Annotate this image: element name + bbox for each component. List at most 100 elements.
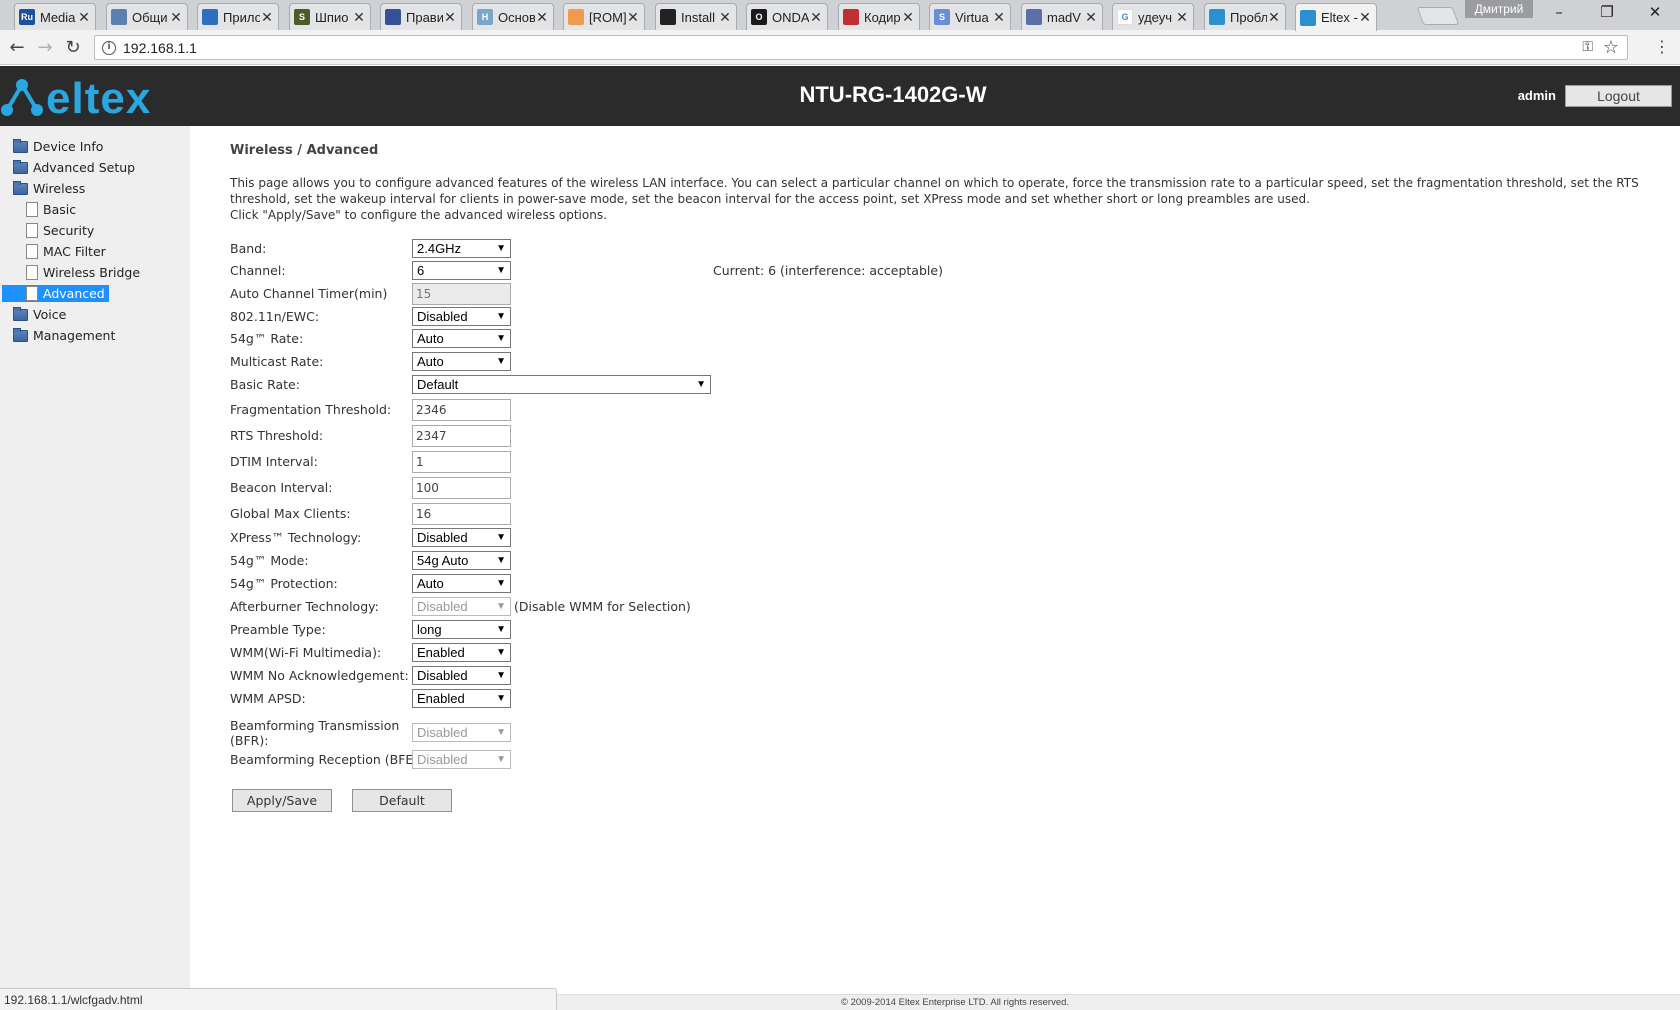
- sidebar-item-wireless[interactable]: Wireless: [13, 180, 89, 197]
- address-url[interactable]: 192.168.1.1: [123, 40, 197, 56]
- dtim-interval-input[interactable]: 1: [412, 451, 511, 473]
- channel-select[interactable]: 6 ▼: [412, 261, 511, 280]
- sidebar-item-advanced-setup[interactable]: Advanced Setup: [13, 159, 139, 176]
- browser-tab[interactable]: madV ✕: [1021, 3, 1103, 30]
- tab-close-icon[interactable]: ✕: [77, 9, 91, 26]
- default-button[interactable]: Default: [352, 789, 452, 812]
- sidebar-item-label: Voice: [33, 307, 67, 322]
- wmm-apsd-select[interactable]: Enabled ▼: [412, 689, 511, 708]
- dropdown-arrow-icon: ▼: [496, 311, 506, 322]
- multicast-rate-label: Multicast Rate:: [230, 354, 324, 369]
- channel-label: Channel:: [230, 263, 286, 278]
- tab-close-icon[interactable]: ✕: [1084, 9, 1098, 26]
- browser-tab[interactable]: Прило ✕: [197, 3, 279, 30]
- back-icon[interactable]: ←: [6, 37, 28, 59]
- tab-close-icon[interactable]: ✕: [718, 9, 732, 26]
- xpress-select[interactable]: Disabled ▼: [412, 528, 511, 547]
- sidebar-item-voice[interactable]: Voice: [13, 306, 70, 323]
- browser-tab[interactable]: Eltex - ✕: [1295, 3, 1377, 31]
- tab-close-icon[interactable]: ✕: [260, 9, 274, 26]
- sidebar-item-security[interactable]: Security: [26, 222, 98, 239]
- xpress-value: Disabled: [417, 530, 468, 545]
- new-tab-button[interactable]: [1416, 7, 1460, 25]
- folder-icon: [13, 306, 28, 321]
- sidebar-item-device-info[interactable]: Device Info: [13, 138, 107, 155]
- beacon-interval-input[interactable]: 100: [412, 477, 511, 499]
- protection-54g-label: 54g™ Protection:: [230, 576, 338, 591]
- rts-threshold-input[interactable]: 2347: [412, 425, 511, 447]
- s-icon: S: [294, 9, 310, 25]
- browser-menu-icon[interactable]: ⋮: [1654, 39, 1670, 55]
- tab-close-icon[interactable]: ✕: [1267, 9, 1281, 26]
- browser-tab[interactable]: Пробл ✕: [1204, 3, 1286, 30]
- afterburner-value: Disabled: [417, 599, 468, 614]
- browser-tab[interactable]: [ROM] ✕: [563, 3, 645, 30]
- wmm-select[interactable]: Enabled ▼: [412, 643, 511, 662]
- tab-close-icon[interactable]: ✕: [443, 9, 457, 26]
- mode-54g-select[interactable]: 54g Auto ▼: [412, 551, 511, 570]
- browser-tab[interactable]: H Основ ✕: [472, 3, 554, 30]
- sidebar-item-label: Advanced Setup: [33, 160, 136, 175]
- restore-icon[interactable]: ❐: [1584, 3, 1630, 23]
- dropdown-arrow-icon: ▼: [496, 647, 506, 658]
- folder-icon: [13, 327, 28, 342]
- bookmark-star-icon[interactable]: ☆: [1603, 37, 1619, 58]
- ewc-select[interactable]: Disabled ▼: [412, 307, 511, 326]
- tab-close-icon[interactable]: ✕: [535, 9, 549, 26]
- sidebar-item-advanced[interactable]: Advanced: [2, 285, 109, 302]
- profile-chip[interactable]: Дмитрий: [1465, 0, 1533, 18]
- wmm-noack-select[interactable]: Disabled ▼: [412, 666, 511, 685]
- xda-icon: [568, 9, 584, 25]
- preamble-select[interactable]: long ▼: [412, 620, 511, 639]
- sidebar-item-label: Management: [33, 328, 116, 343]
- sidebar-item-basic[interactable]: Basic: [26, 201, 80, 218]
- band-select[interactable]: 2.4GHz ▼: [412, 239, 511, 258]
- page-description: This page allows you to configure advanc…: [230, 175, 1670, 223]
- address-bar[interactable]: i 192.168.1.1 ⚿ ☆: [94, 35, 1628, 60]
- apply-save-button[interactable]: Apply/Save: [232, 789, 332, 812]
- protection-54g-select[interactable]: Auto ▼: [412, 574, 511, 593]
- page-icon: [26, 223, 38, 238]
- browser-tab[interactable]: S Шпио ✕: [289, 3, 371, 30]
- browser-tab[interactable]: O ONDA ✕: [746, 3, 828, 30]
- browser-tab[interactable]: Общи ✕: [106, 3, 188, 30]
- browser-tab[interactable]: Ru Media ✕: [14, 3, 96, 30]
- sidebar-item-label: Security: [43, 223, 95, 238]
- browser-tab-title: Общи: [132, 9, 168, 25]
- dropdown-arrow-icon: ▼: [496, 243, 506, 254]
- tab-close-icon[interactable]: ✕: [901, 9, 915, 26]
- rate-54g-select[interactable]: Auto ▼: [412, 329, 511, 348]
- tab-close-icon[interactable]: ✕: [626, 9, 640, 26]
- sidebar-item-management[interactable]: Management: [13, 327, 119, 344]
- reload-icon[interactable]: ↻: [62, 37, 84, 59]
- frag-threshold-input[interactable]: 2346: [412, 399, 511, 421]
- global-max-clients-label: Global Max Clients:: [230, 506, 351, 521]
- multicast-rate-select[interactable]: Auto ▼: [412, 352, 511, 371]
- key-icon[interactable]: ⚿: [1582, 39, 1593, 55]
- browser-tab[interactable]: Gудеуч ✕: [1112, 3, 1194, 30]
- browser-tab[interactable]: Прави ✕: [380, 3, 462, 30]
- sidebar-item-mac-filter[interactable]: MAC Filter: [26, 243, 110, 260]
- close-window-icon[interactable]: ✕: [1632, 3, 1678, 23]
- ball-icon: [843, 9, 859, 25]
- frag-threshold-label: Fragmentation Threshold:: [230, 402, 392, 417]
- tab-close-icon[interactable]: ✕: [1358, 9, 1372, 26]
- tab-close-icon[interactable]: ✕: [992, 9, 1006, 26]
- tab-close-icon[interactable]: ✕: [169, 9, 183, 26]
- global-max-clients-input[interactable]: 16: [412, 503, 511, 525]
- forward-icon[interactable]: →: [34, 37, 56, 59]
- tab-close-icon[interactable]: ✕: [352, 9, 366, 26]
- minimize-icon[interactable]: –: [1536, 3, 1582, 23]
- browser-tab-title: Кодир: [864, 9, 901, 25]
- logout-button[interactable]: Logout: [1565, 85, 1672, 107]
- tab-close-icon[interactable]: ✕: [809, 9, 823, 26]
- tab-close-icon[interactable]: ✕: [1175, 9, 1189, 26]
- browser-tab[interactable]: S Virtua ✕: [929, 3, 1011, 30]
- bfr-value: Disabled: [417, 725, 468, 740]
- browser-tab[interactable]: Кодир ✕: [838, 3, 920, 30]
- info-icon[interactable]: i: [102, 41, 116, 55]
- dtim-interval-label: DTIM Interval:: [230, 454, 318, 469]
- browser-tab[interactable]: Install ✕: [655, 3, 737, 30]
- sidebar-item-wireless-bridge[interactable]: Wireless Bridge: [26, 264, 144, 281]
- basic-rate-select[interactable]: Default ▼: [412, 375, 711, 394]
